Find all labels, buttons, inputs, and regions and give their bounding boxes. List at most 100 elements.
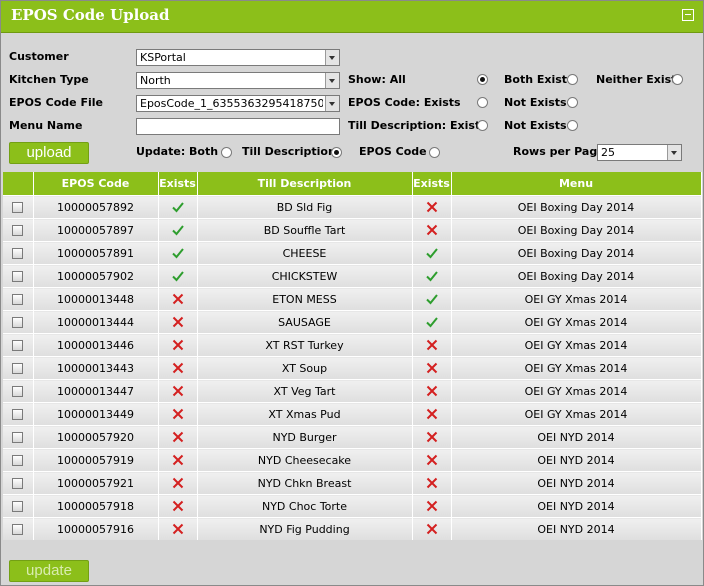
cross-icon xyxy=(425,430,439,444)
row-select-cell xyxy=(3,425,34,449)
till-description-cell: CHICKSTEW xyxy=(197,264,413,288)
table-row[interactable]: 10000013449 XT Xmas Pud OEI GY Xmas 2014 xyxy=(3,402,702,426)
cross-icon xyxy=(425,522,439,536)
menu-name-label: Menu Name xyxy=(9,119,83,132)
table-row[interactable]: 10000013448 ETON MESS OEI GY Xmas 2014 xyxy=(3,287,702,311)
till-desc-exists-radio[interactable] xyxy=(477,120,488,131)
table-row[interactable]: 10000057902 CHICKSTEW OEI Boxing Day 2014 xyxy=(3,264,702,288)
row-checkbox[interactable] xyxy=(12,478,24,489)
code-exists-cell xyxy=(158,287,198,311)
menu-cell: OEI GY Xmas 2014 xyxy=(451,310,702,334)
chevron-down-icon[interactable] xyxy=(325,50,339,65)
row-checkbox[interactable] xyxy=(12,363,24,374)
header-desc-exists[interactable]: Exists xyxy=(412,172,452,196)
epos-code-file-label: EPOS Code File xyxy=(9,96,103,109)
table-row[interactable]: 10000057892 BD Sld Fig OEI Boxing Day 2014 xyxy=(3,195,702,219)
epos-code-not-exists-label: Not Exists xyxy=(504,96,567,109)
row-checkbox[interactable] xyxy=(12,225,24,236)
till-description-cell: CHEESE xyxy=(197,241,413,265)
row-select-cell xyxy=(3,471,34,495)
header-select xyxy=(3,172,34,196)
row-checkbox[interactable] xyxy=(12,432,24,443)
table-row[interactable]: 10000057919 NYD Cheesecake OEI NYD 2014 xyxy=(3,448,702,472)
cross-icon xyxy=(171,453,185,467)
update-both-radio[interactable] xyxy=(221,147,232,158)
customer-label: Customer xyxy=(9,50,69,63)
row-select-cell xyxy=(3,195,34,219)
row-checkbox[interactable] xyxy=(12,386,24,397)
check-icon xyxy=(171,223,185,237)
table-row[interactable]: 10000013443 XT Soup OEI GY Xmas 2014 xyxy=(3,356,702,380)
table-row[interactable]: 10000057916 NYD Fig Pudding OEI NYD 2014 xyxy=(3,517,702,540)
chevron-down-icon[interactable] xyxy=(325,73,339,88)
cross-icon xyxy=(171,499,185,513)
cross-icon xyxy=(171,384,185,398)
row-checkbox[interactable] xyxy=(12,317,24,328)
epos-code-cell: 10000057891 xyxy=(33,241,159,265)
table-row[interactable]: 10000057921 NYD Chkn Breast OEI NYD 2014 xyxy=(3,471,702,495)
row-checkbox[interactable] xyxy=(12,248,24,259)
epos-code-not-exists-radio[interactable] xyxy=(567,97,578,108)
epos-code-cell: 10000057921 xyxy=(33,471,159,495)
table-row[interactable]: 10000013446 XT RST Turkey OEI GY Xmas 2014 xyxy=(3,333,702,357)
epos-code-file-select[interactable]: EposCode_1_635536329541875000 xyxy=(136,95,340,112)
kitchen-type-select[interactable]: North xyxy=(136,72,340,89)
neither-exist-radio[interactable] xyxy=(672,74,683,85)
check-icon xyxy=(425,269,439,283)
header-menu[interactable]: Menu xyxy=(451,172,702,196)
table-row[interactable]: 10000013447 XT Veg Tart OEI GY Xmas 2014 xyxy=(3,379,702,403)
desc-exists-cell xyxy=(412,356,452,380)
till-desc-not-exists-radio[interactable] xyxy=(567,120,578,131)
till-desc-not-exists-label: Not Exists xyxy=(504,119,567,132)
table-row[interactable]: 10000057891 CHEESE OEI Boxing Day 2014 xyxy=(3,241,702,265)
menu-cell: OEI NYD 2014 xyxy=(451,425,702,449)
epos-code-cell: 10000057902 xyxy=(33,264,159,288)
row-checkbox[interactable] xyxy=(12,409,24,420)
table-row[interactable]: 10000013444 SAUSAGE OEI GY Xmas 2014 xyxy=(3,310,702,334)
neither-exist-label: Neither Exist xyxy=(596,73,677,86)
code-exists-cell xyxy=(158,356,198,380)
row-checkbox[interactable] xyxy=(12,340,24,351)
cross-icon xyxy=(171,361,185,375)
update-epos-code-radio[interactable] xyxy=(429,147,440,158)
update-button[interactable]: update xyxy=(9,560,89,582)
code-exists-cell xyxy=(158,241,198,265)
desc-exists-cell xyxy=(412,425,452,449)
customer-select[interactable]: KSPortal xyxy=(136,49,340,66)
row-checkbox[interactable] xyxy=(12,202,24,213)
both-exist-label: Both Exist xyxy=(504,73,568,86)
check-icon xyxy=(425,246,439,260)
header-till-description[interactable]: Till Description xyxy=(197,172,413,196)
table-row[interactable]: 10000057918 NYD Choc Torte OEI NYD 2014 xyxy=(3,494,702,518)
table-row[interactable]: 10000057897 BD Souffle Tart OEI Boxing Day… xyxy=(3,218,702,242)
row-checkbox[interactable] xyxy=(12,455,24,466)
chevron-down-icon[interactable] xyxy=(667,145,681,160)
desc-exists-cell xyxy=(412,448,452,472)
cross-icon xyxy=(425,476,439,490)
row-checkbox[interactable] xyxy=(12,294,24,305)
desc-exists-cell xyxy=(412,379,452,403)
row-select-cell xyxy=(3,402,34,426)
table-row[interactable]: 10000057920 NYD Burger OEI NYD 2014 xyxy=(3,425,702,449)
chevron-down-icon[interactable] xyxy=(325,96,339,111)
rows-per-page-select[interactable]: 25 xyxy=(597,144,682,161)
row-select-cell xyxy=(3,218,34,242)
customer-select-value: KSPortal xyxy=(140,51,186,64)
show-all-radio[interactable] xyxy=(477,74,488,85)
upload-button[interactable]: upload xyxy=(9,142,89,164)
both-exist-radio[interactable] xyxy=(567,74,578,85)
row-checkbox[interactable] xyxy=(12,501,24,512)
till-description-cell: XT Soup xyxy=(197,356,413,380)
row-select-cell xyxy=(3,517,34,540)
update-till-description-radio[interactable] xyxy=(331,147,342,158)
desc-exists-cell xyxy=(412,310,452,334)
till-description-label: Till Description xyxy=(242,145,336,158)
epos-code-cell: 10000057919 xyxy=(33,448,159,472)
row-checkbox[interactable] xyxy=(12,524,24,535)
menu-name-input[interactable] xyxy=(136,118,340,135)
header-epos-code[interactable]: EPOS Code xyxy=(33,172,159,196)
collapse-icon[interactable] xyxy=(682,9,694,21)
row-checkbox[interactable] xyxy=(12,271,24,282)
epos-code-exists-radio[interactable] xyxy=(477,97,488,108)
header-code-exists[interactable]: Exists xyxy=(158,172,198,196)
